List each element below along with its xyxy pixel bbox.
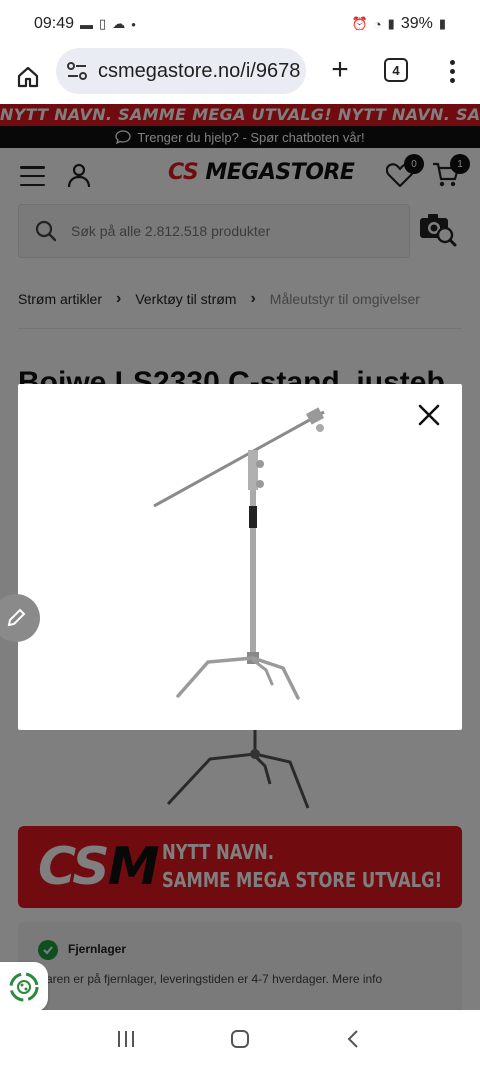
system-navigation-bar (0, 1010, 480, 1067)
battery-percentage: 39% (400, 15, 433, 32)
home-icon (17, 66, 39, 88)
message-icon: ▬ (80, 16, 94, 32)
back-icon[interactable] (344, 1029, 364, 1049)
notification-icon: ▯ (99, 16, 107, 31)
browser-menu-button[interactable] (440, 54, 464, 88)
close-icon[interactable] (416, 402, 442, 428)
cloud-icon: ☁ (112, 16, 126, 31)
site-settings-icon[interactable] (66, 60, 88, 82)
plus-icon: + (331, 53, 349, 86)
tab-switcher-button[interactable]: 4 (384, 58, 408, 82)
c-stand-product-image (153, 407, 325, 700)
url-text: csmegastore.no/i/9678 (98, 59, 301, 82)
web-page: NYTT NAVN. SAMME MEGA UTVALG! NYTT NAVN.… (0, 104, 480, 1010)
cookie-icon (9, 972, 39, 1002)
signal-icon: ▮ (387, 16, 395, 31)
tab-count: 4 (392, 62, 400, 78)
pencil-icon (7, 608, 26, 627)
clock: 09:49 (34, 15, 75, 32)
home-nav-icon[interactable] (229, 1028, 251, 1050)
new-tab-button[interactable]: + (322, 52, 358, 88)
address-bar[interactable]: csmegastore.no/i/9678 (56, 48, 306, 94)
image-lightbox (18, 384, 462, 730)
status-bar: 09:49 ▬ ▯ ☁ • ⏰ ◔ ▮ 39% ▮ (0, 0, 480, 48)
browser-toolbar: csmegastore.no/i/9678 + 4 (0, 48, 480, 106)
battery-icon: ▮ (438, 16, 446, 31)
recent-apps-icon[interactable] (116, 1029, 136, 1049)
more-vert-icon (449, 59, 455, 65)
alarm-icon: ⏰ (351, 16, 368, 31)
dot-icon: • (131, 16, 136, 32)
home-button[interactable] (0, 48, 56, 106)
cookie-settings-button[interactable] (0, 962, 48, 1012)
wifi-icon: ◔ (373, 16, 382, 32)
